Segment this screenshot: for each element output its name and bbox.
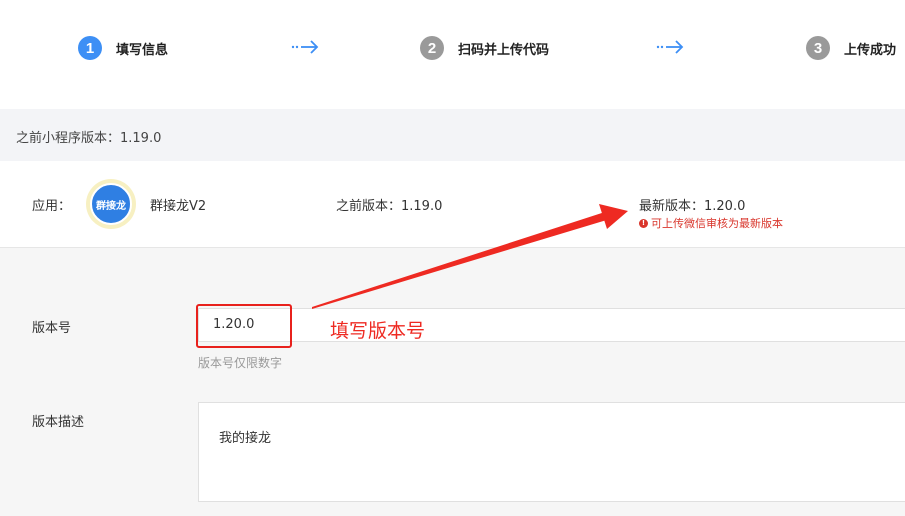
version-label: 版本号 [32,321,72,336]
app-name: 群接龙V2 [150,199,207,214]
app-avatar: 群接龙 [86,179,136,229]
description-textarea[interactable]: 我的接龙 [198,402,905,502]
previous-version-bar: 之前小程序版本：1.19.0 [0,109,905,161]
step-1-label: 填写信息 [116,42,169,58]
step-arrow-2-icon [656,40,684,54]
step-progress: 1 填写信息 2 扫码并上传代码 3 上传成功 [0,0,905,100]
step-arrow-1-icon [291,40,319,54]
previous-version-text: 之前小程序版本：1.19.0 [16,131,162,146]
step-1-number: 1 [78,36,102,60]
app-avatar-text: 群接龙 [90,183,132,225]
version-annotation: 填写版本号 [330,320,426,342]
step-3-number: 3 [806,36,830,60]
step-2-number: 2 [420,36,444,60]
step-2-label: 扫码并上传代码 [458,42,550,58]
app-info-row: 应用： 群接龙 群接龙V2 之前版本：1.19.0 最新版本：1.20.0 ! … [0,162,905,248]
upload-warning-text: 可上传微信审核为最新版本 [651,217,783,230]
step-3-label: 上传成功 [844,42,897,58]
app-previous-version: 之前版本：1.19.0 [336,199,443,214]
description-text: 我的接龙 [219,431,272,446]
version-input[interactable]: 1.20.0 [198,308,905,342]
step-3: 3 上传成功 [806,34,896,62]
app-label: 应用： [32,199,72,214]
version-hint: 版本号仅限数字 [198,356,283,370]
step-2: 2 扫码并上传代码 [420,34,549,62]
warning-icon: ! [639,218,648,228]
app-latest-version: 最新版本：1.20.0 [639,199,746,214]
step-1: 1 填写信息 [78,34,168,62]
version-highlight-box [196,304,292,348]
upload-warning: ! 可上传微信审核为最新版本 [639,215,783,231]
desc-label: 版本描述 [32,415,85,430]
